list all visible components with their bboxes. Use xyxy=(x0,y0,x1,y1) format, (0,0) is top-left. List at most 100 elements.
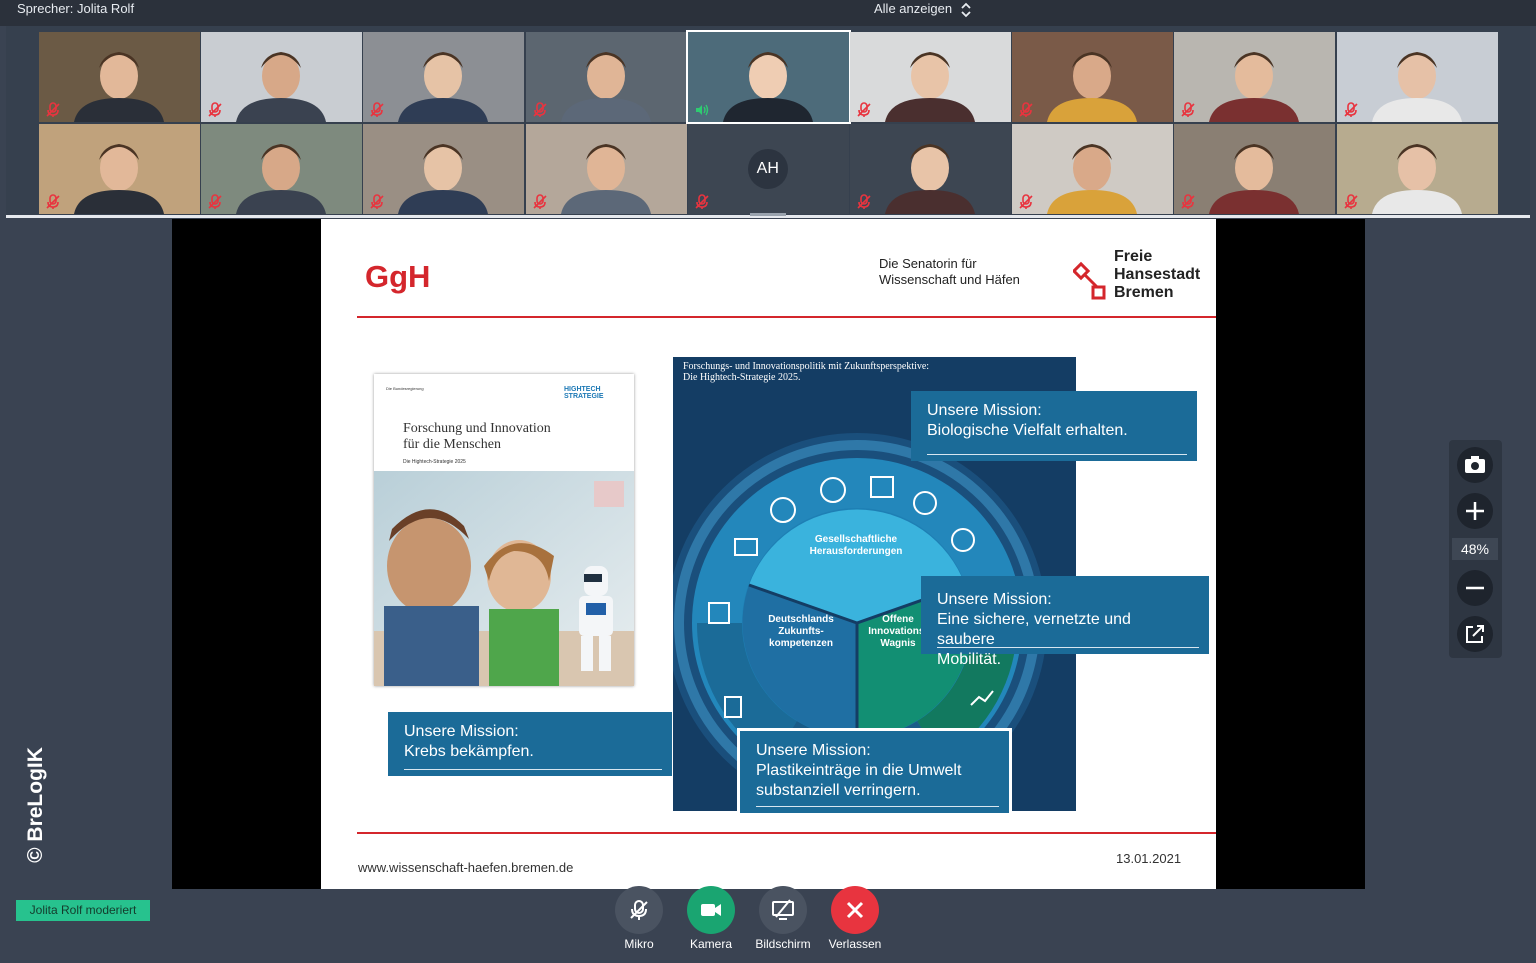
wheel-center-line-1: Gesellschaftliche xyxy=(814,534,898,545)
senatorin-label: Die Senatorin für Wissenschaft und Häfen xyxy=(879,256,1020,288)
bremen-line-3: Bremen xyxy=(1114,284,1174,301)
screen-share-off-icon xyxy=(772,899,794,920)
hightech-badge: HIGHTECH STRATEGIE xyxy=(564,386,604,400)
participant-tile[interactable] xyxy=(363,32,525,122)
top-rule xyxy=(357,316,1216,318)
speaker-label: Sprecher: Jolita Rolf xyxy=(17,1,135,16)
external-link-icon xyxy=(1466,625,1484,643)
zoom-out-button[interactable] xyxy=(1457,570,1493,606)
participant-tile[interactable] xyxy=(363,124,525,214)
participant-video xyxy=(1371,52,1462,122)
mission-krebs-line-2: Krebs bekämpfen. xyxy=(404,743,534,760)
leave-button[interactable] xyxy=(831,886,879,934)
popout-button[interactable] xyxy=(1457,616,1493,652)
participant-tile[interactable] xyxy=(850,32,1011,122)
mic-button[interactable] xyxy=(615,886,663,934)
badge-line-2: STRATEGIE xyxy=(564,393,604,400)
participant-tile[interactable] xyxy=(1012,32,1174,122)
speaking-icon xyxy=(695,104,708,116)
participant-tile[interactable] xyxy=(685,30,851,124)
video-camera-icon xyxy=(701,904,721,916)
mic-muted-icon xyxy=(1344,102,1358,117)
bremen-line-2: Hansestadt xyxy=(1114,266,1201,283)
father-child-robot-photo xyxy=(374,471,634,686)
camera-button[interactable] xyxy=(687,886,735,934)
mission-bio-line-1: Unsere Mission: xyxy=(927,402,1042,419)
gallery-resize-handle[interactable] xyxy=(750,213,786,216)
mic-muted-icon xyxy=(46,102,60,117)
participant-tile[interactable] xyxy=(525,32,687,122)
slide-date: 13.01.2021 xyxy=(1116,851,1182,866)
participant-video xyxy=(560,144,651,214)
screen-label: Bildschirm xyxy=(755,937,811,951)
panel-title: Forschungs- und Innovationspolitik mit Z… xyxy=(683,361,929,383)
participant-tile[interactable] xyxy=(201,32,363,122)
participant-tile[interactable] xyxy=(201,124,363,214)
mic-muted-icon xyxy=(1181,102,1195,117)
mission-mob-line-1: Unsere Mission: xyxy=(937,591,1052,608)
participant-tile[interactable] xyxy=(39,32,200,122)
mic-muted-icon xyxy=(208,102,222,117)
bottom-rule xyxy=(357,832,1216,834)
plus-icon xyxy=(1466,502,1484,520)
leave-control[interactable]: Verlassen xyxy=(820,886,890,951)
brochure-subtitle: Die Hightech-Strategie 2025 xyxy=(403,459,466,465)
participant-tile[interactable] xyxy=(39,124,200,214)
camera-control[interactable]: Kamera xyxy=(676,886,746,951)
bundesregierung-seal: Die Bundesregierung xyxy=(386,386,424,391)
show-all-button[interactable]: Alle anzeigen xyxy=(874,1,952,16)
participant-video xyxy=(885,52,975,122)
brochure-title-line-1: Forschung und Innovation xyxy=(403,421,551,436)
participant-video xyxy=(1371,144,1462,214)
zoom-in-button[interactable] xyxy=(1457,493,1493,529)
left-seg-line-1: Deutschlands xyxy=(768,614,834,625)
wheel-center-label: Gesellschaftliche Herausforderungen xyxy=(793,534,919,558)
mic-muted-icon xyxy=(1019,102,1033,117)
slide-website: www.wissenschaft-haefen.bremen.de xyxy=(358,860,574,875)
participant-tile[interactable] xyxy=(1174,32,1336,122)
mic-muted-icon xyxy=(370,102,384,117)
participant-tile[interactable] xyxy=(1336,124,1498,214)
mic-muted-icon xyxy=(1019,194,1033,209)
participant-video xyxy=(560,52,651,122)
participant-tile[interactable] xyxy=(1174,124,1336,214)
mic-control[interactable]: Mikro xyxy=(604,886,674,951)
mic-muted-icon xyxy=(695,194,709,209)
watermark-text: © BreLogIK xyxy=(24,747,47,863)
participant-video xyxy=(74,52,164,122)
participant-video xyxy=(74,144,164,214)
senatorin-line-2: Wissenschaft und Häfen xyxy=(879,272,1020,287)
mission-plastik-line-3: substanziell verringern. xyxy=(756,782,921,799)
moderator-badge: Jolita Rolf moderiert xyxy=(16,900,150,921)
mic-muted-icon xyxy=(1344,194,1358,209)
bremen-line-1: Freie xyxy=(1114,248,1153,265)
video-gallery: AH xyxy=(6,26,1530,216)
participant-tile[interactable]: AH xyxy=(687,124,849,214)
participant-tile[interactable] xyxy=(1336,32,1498,122)
participant-video xyxy=(722,52,813,122)
bremen-key-icon xyxy=(1073,261,1106,300)
mission-mob-line-3: Mobilität. xyxy=(937,651,1002,668)
participant-tile[interactable] xyxy=(1012,124,1174,214)
screen-share-button[interactable] xyxy=(759,886,807,934)
mission-mobility-box: Unsere Mission: Eine sichere, vernetzte … xyxy=(921,576,1209,668)
screen-control[interactable]: Bildschirm xyxy=(748,886,818,951)
mic-muted-icon xyxy=(1181,194,1195,209)
mic-off-icon xyxy=(630,900,648,920)
participant-tile[interactable] xyxy=(850,124,1011,214)
ggh-logo: GgH xyxy=(365,259,431,294)
zoom-level: 48% xyxy=(1452,538,1498,560)
mic-muted-icon xyxy=(533,102,547,117)
mission-cancer-box: Unsere Mission: Krebs bekämpfen. xyxy=(388,712,672,776)
mic-muted-icon xyxy=(208,194,222,209)
screenshot-button[interactable] xyxy=(1457,447,1493,483)
avatar: AH xyxy=(747,149,788,189)
top-bar: Sprecher: Jolita Rolf Alle anzeigen xyxy=(0,0,1536,26)
chevron-updown-icon[interactable] xyxy=(959,0,973,20)
participant-tile[interactable] xyxy=(525,124,687,214)
close-icon xyxy=(846,901,864,919)
participant-video xyxy=(1047,52,1138,122)
camera-label: Kamera xyxy=(689,937,733,951)
participant-video xyxy=(398,52,489,122)
mission-bio-line-2: Biologische Vielfalt erhalten. xyxy=(927,422,1128,439)
